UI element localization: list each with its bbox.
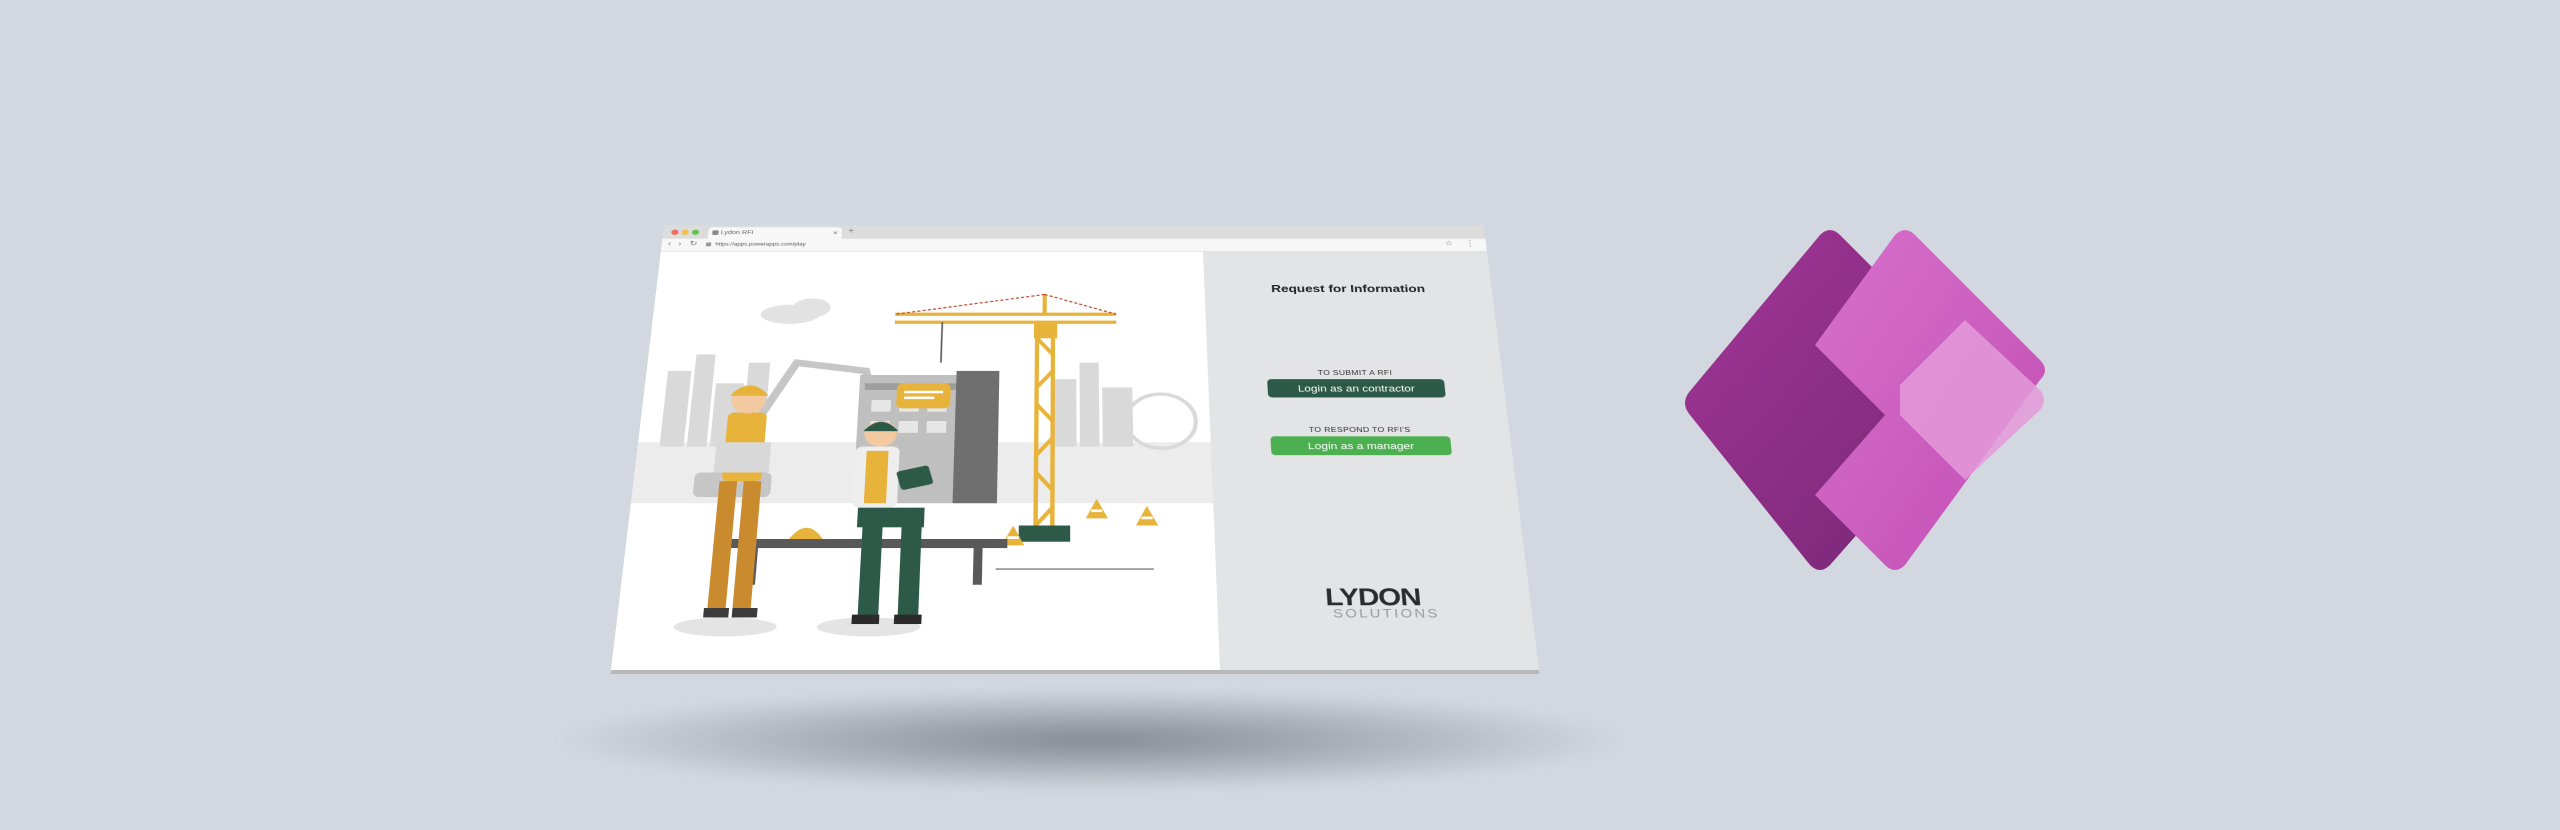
tab-bar: Lydon RFI × + [662, 225, 1485, 239]
maximize-window-icon[interactable] [692, 230, 700, 235]
lock-icon [706, 242, 712, 246]
star-icon[interactable]: ☆ [1444, 239, 1453, 247]
tab-title: Lydon RFI [720, 230, 753, 235]
back-icon[interactable]: ‹ [668, 239, 672, 247]
login-contractor-button[interactable]: Login as an contractor [1267, 379, 1446, 397]
page-title: Request for Information [1204, 283, 1492, 295]
screen-shadow [560, 690, 1620, 790]
login-manager-button[interactable]: Login as a manager [1270, 436, 1452, 455]
close-window-icon[interactable] [671, 230, 679, 235]
login-panel: Request for Information TO SUBMIT A RFI … [1203, 252, 1539, 670]
close-tab-icon[interactable]: × [832, 227, 838, 238]
address-bar: ‹ › ↻ https://apps.powerapps.com/play ☆ … [661, 239, 1487, 252]
contractor-caption: TO SUBMIT A RFI [1208, 369, 1503, 376]
app-page: Request for Information TO SUBMIT A RFI … [611, 252, 1539, 670]
menu-icon[interactable]: ⋮ [1465, 239, 1475, 247]
url-field[interactable]: https://apps.powerapps.com/play [705, 241, 1427, 249]
lydon-subtitle-text: SOLUTIONS [1326, 607, 1453, 619]
url-text: https://apps.powerapps.com/play [715, 242, 806, 247]
power-apps-logo-icon [1680, 225, 2060, 580]
browser-tab[interactable]: Lydon RFI × [708, 227, 842, 238]
browser-window: Lydon RFI × + ‹ › ↻ https://apps.powerap… [611, 225, 1539, 670]
lydon-logo: LYDON SOLUTIONS [1324, 585, 1452, 620]
manager-caption: TO RESPOND TO RFI'S [1210, 426, 1510, 434]
minimize-window-icon[interactable] [681, 230, 689, 235]
forward-icon[interactable]: › [678, 239, 682, 247]
reload-icon[interactable]: ↻ [689, 239, 698, 247]
favicon-icon [712, 230, 719, 235]
construction-site-illustration [611, 252, 1220, 670]
new-tab-icon[interactable]: + [848, 227, 855, 235]
scene: Lydon RFI × + ‹ › ↻ https://apps.powerap… [0, 0, 2560, 830]
